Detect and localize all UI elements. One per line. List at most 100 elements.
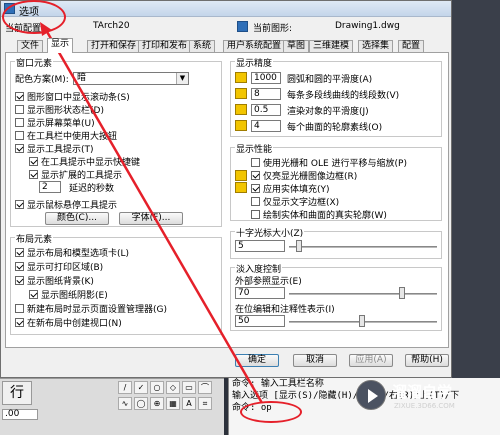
crosshair-size-input[interactable]: 5 [235,240,285,252]
delay-seconds-input[interactable]: 2 [39,181,61,193]
crosshair-slider-track[interactable] [289,246,437,248]
table-tool-icon[interactable]: ⌗ [198,397,212,410]
checkbox[interactable] [15,104,24,114]
inplace-fade-slider-thumb[interactable] [359,315,365,327]
tab-plot-publish[interactable]: 打印和发布 [138,40,192,52]
arc-tool-icon[interactable]: ⌒ [198,381,212,394]
render-smoothness-input[interactable]: 0.5 [251,104,281,116]
checkbox-drawing-status-bar[interactable]: 显示图形状态栏(D) [15,103,104,116]
crosshair-size-group: 十字光标大小(Z) 5 [230,226,442,259]
text-tool-icon[interactable]: A [182,397,196,410]
tab-3d-modeling[interactable]: 三维建模 [309,40,354,52]
tab-profiles[interactable]: 配置 [398,40,425,52]
toolbar-value-field[interactable]: .00 [2,409,38,420]
hatch-tool-icon[interactable]: ▦ [166,397,180,410]
checkbox-highlight-raster-frame[interactable]: 仅亮显光栅图像边框(R) [251,169,358,182]
help-button[interactable]: 帮助(H) [405,354,449,367]
checkbox-printable-area[interactable]: 显示可打印区域(B) [15,260,103,273]
checkbox-solid-fill[interactable]: 应用实体填充(Y) [251,182,330,195]
checkbox-tooltips[interactable]: 显示工具提示(T) [15,142,94,155]
checkbox[interactable] [251,157,260,167]
tab-selection[interactable]: 选择集 [358,40,394,52]
contour-lines-input[interactable]: 4 [251,120,281,132]
checkbox[interactable] [15,317,24,327]
checkbox-scrollbars[interactable]: 图形窗口中显示滚动条(S) [15,90,130,103]
checkbox[interactable] [15,199,24,209]
checkbox[interactable] [15,143,24,153]
checkbox-extended-tooltips[interactable]: 显示扩展的工具提示 [29,168,122,181]
drawing-icon [237,21,248,32]
checkbox-paper-shadow[interactable]: 显示图纸阴影(E) [29,288,108,301]
watermark-url: ZIXUE.3D66.COM [394,402,455,410]
drawing-resource-icon [235,182,247,193]
fonts-button[interactable]: 字体(F)... [119,212,183,225]
polyline-tool-icon[interactable]: ✓ [134,381,148,394]
checkbox[interactable] [251,196,260,206]
tab-open-save[interactable]: 打开和保存 [87,40,141,52]
checkbox[interactable] [15,117,24,127]
checkbox[interactable] [15,247,24,257]
tab-strip: 文件 显示 打开和保存 打印和发布 系统 用户系统配置 草图 三维建模 选择集 … [3,38,451,53]
color-scheme-value: 暗 [77,73,87,83]
xref-fade-slider-track[interactable] [289,293,437,295]
checkbox-label: 仅显示文字边框(X) [263,197,340,208]
polyline-segments-label: 每条多段线曲线的线段数(V) [287,90,400,101]
rectangle-tool-icon[interactable]: ▭ [182,381,196,394]
polygon-tool-icon[interactable]: ◇ [166,381,180,394]
circle-tool-icon[interactable]: ○ [150,381,164,394]
checkbox[interactable] [15,261,24,271]
checkbox-paper-background[interactable]: 显示图纸背景(K) [15,274,94,287]
line-tool-icon[interactable]: / [118,381,132,394]
checkbox[interactable] [251,170,260,180]
tab-display[interactable]: 显示 [47,38,74,53]
checkbox-label: 仅亮显光栅图像边框(R) [263,171,358,182]
checkbox-label: 新建布局时显示页面设置管理器(G) [27,304,167,315]
tab-files[interactable]: 文件 [17,40,44,52]
checkbox-true-silhouettes[interactable]: 绘制实体和曲面的真实轮廓(W) [251,208,387,221]
checkbox[interactable] [29,289,38,299]
checkbox[interactable] [29,169,38,179]
inplace-fade-input[interactable]: 50 [235,315,285,327]
cancel-button[interactable]: 取消 [293,354,337,367]
xref-fade-slider-thumb[interactable] [399,287,405,299]
checkbox-rollover-tooltips[interactable]: 显示鼠标悬停工具提示 [15,198,117,211]
checkbox-layout-model-tabs[interactable]: 显示布局和模型选项卡(L) [15,246,129,259]
checkbox[interactable] [251,209,260,219]
checkbox-large-buttons[interactable]: 在工具栏中使用大按钮 [15,129,117,142]
checkbox-shortcut-keys[interactable]: 在工具提示中显示快捷键 [29,155,141,168]
drawing-resource-icon [235,72,247,83]
colors-button[interactable]: 颜色(C)... [45,212,109,225]
checkbox[interactable] [15,303,24,313]
checkbox-screen-menu[interactable]: 显示屏幕菜单(U) [15,116,95,129]
checkbox-raster-ole-pan-zoom[interactable]: 使用光栅和 OLE 进行平移与缩放(P) [251,156,407,169]
ellipse-tool-icon[interactable]: ◯ [134,397,148,410]
profile-bar: 当前配置 TArch20 当前图形: Drawing1.dwg [5,21,445,35]
checkbox[interactable] [251,183,260,193]
xref-fade-input[interactable]: 70 [235,287,285,299]
checkbox[interactable] [29,156,38,166]
title-bar[interactable]: 选项 [1,1,451,18]
checkbox-label: 在工具提示中显示快捷键 [41,157,141,168]
point-tool-icon[interactable]: ⊕ [150,397,164,410]
color-scheme-select[interactable]: 暗 ▼ [73,72,189,85]
apply-button[interactable]: 应用(A) [349,354,393,367]
checkbox[interactable] [15,91,24,101]
ok-button[interactable]: 确定 [235,354,279,367]
spline-tool-icon[interactable]: ∿ [118,397,132,410]
crosshair-slider-thumb[interactable] [296,240,303,252]
checkbox[interactable] [15,130,24,140]
checkbox-create-viewport[interactable]: 在新布局中创建视口(N) [15,316,122,329]
polyline-segments-input[interactable]: 8 [251,88,281,100]
chevron-down-icon[interactable]: ▼ [176,73,188,84]
checkbox-text-boundary[interactable]: 仅显示文字边框(X) [251,195,340,208]
checkbox-page-setup-manager[interactable]: 新建布局时显示页面设置管理器(G) [15,302,167,315]
checkbox[interactable] [15,275,24,285]
arc-smoothness-input[interactable]: 1000 [251,72,281,84]
checkbox-label: 在新布局中创建视口(N) [27,318,122,329]
tab-user-preferences[interactable]: 用户系统配置 [223,40,286,52]
delay-seconds-label: 延迟的秒数 [69,183,115,194]
layout-elements-label: 布局元素 [15,232,54,245]
color-scheme-row: 配色方案(M): [15,72,69,85]
tab-system[interactable]: 系统 [189,40,216,52]
tab-drafting[interactable]: 草图 [283,40,310,52]
